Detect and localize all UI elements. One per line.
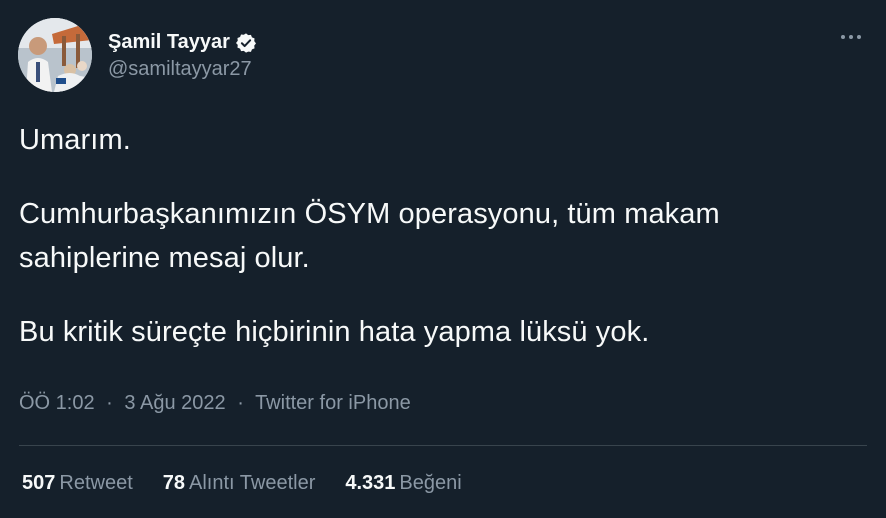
like-count: 4.331 <box>345 472 396 494</box>
separator: · <box>106 392 113 414</box>
verified-badge-icon <box>235 32 257 54</box>
author-handle[interactable]: @samiltayyar27 <box>108 58 257 81</box>
tweet-header: Şamil Tayyar @samiltayyar27 <box>18 18 257 92</box>
quote-count: 78 <box>162 472 185 494</box>
avatar-image <box>18 18 92 92</box>
avatar[interactable] <box>18 18 92 92</box>
like-label: Beğeni <box>399 472 462 494</box>
separator: · <box>237 392 244 414</box>
quote-label: Alıntı Tweetler <box>189 472 316 494</box>
retweet-stat[interactable]: 507 Retweet <box>22 472 133 495</box>
tweet-metadata: ÖÖ 1:02 · 3 Ağu 2022 · Twitter for iPhon… <box>19 392 411 415</box>
author-info: Şamil Tayyar @samiltayyar27 <box>108 30 257 81</box>
tweet-card: Şamil Tayyar @samiltayyar27 Umarım. Cumh… <box>0 0 886 518</box>
tweet-paragraph: Umarım. <box>19 124 131 156</box>
tweet-text: Umarım. Cumhurbaşkanımızın ÖSYM operasyo… <box>19 118 869 354</box>
name-row: Şamil Tayyar <box>108 30 257 56</box>
tweet-date[interactable]: 3 Ağu 2022 <box>124 392 225 414</box>
tweet-source[interactable]: Twitter for iPhone <box>255 392 411 414</box>
more-horizontal-icon <box>841 35 861 39</box>
like-stat[interactable]: 4.331 Beğeni <box>345 472 461 495</box>
engagement-stats: 507 Retweet 78 Alıntı Tweetler 4.331 Beğeni <box>22 472 492 495</box>
divider <box>19 445 867 446</box>
retweet-count: 507 <box>22 472 56 494</box>
tweet-paragraph: Bu kritik süreçte hiçbirinin hata yapma … <box>19 316 650 348</box>
more-options-button[interactable] <box>836 22 866 52</box>
retweet-label: Retweet <box>59 472 133 494</box>
tweet-paragraph: Cumhurbaşkanımızın ÖSYM operasyonu, tüm … <box>19 198 720 274</box>
display-name[interactable]: Şamil Tayyar <box>108 31 230 54</box>
quote-stat[interactable]: 78 Alıntı Tweetler <box>163 472 316 495</box>
tweet-time[interactable]: ÖÖ 1:02 <box>19 392 95 414</box>
